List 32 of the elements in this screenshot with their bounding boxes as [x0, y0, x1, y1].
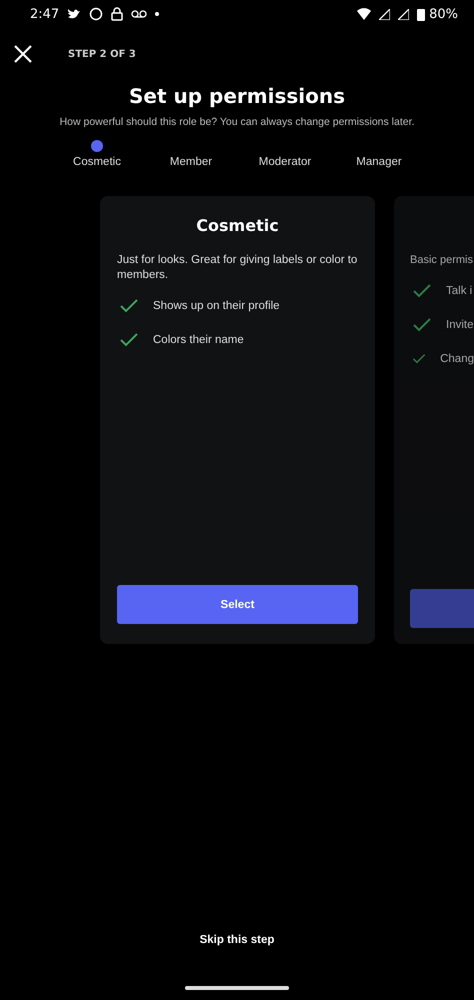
- bird-icon: [67, 8, 82, 20]
- step-indicator: STEP 2 OF 3: [68, 48, 136, 60]
- feature-text: Shows up on their profile: [153, 300, 280, 312]
- lock-icon: [111, 7, 124, 21]
- page-title: Set up permissions: [128, 84, 346, 108]
- wifi-icon: [357, 8, 372, 20]
- close-button[interactable]: [14, 45, 32, 63]
- check-icon: [412, 316, 432, 333]
- check-icon: [119, 331, 139, 348]
- battery-icon: [417, 8, 426, 20]
- card-description: Just for looks. Great for giving labels or color to members.: [117, 253, 358, 283]
- signal-icon: [379, 8, 390, 20]
- page-subtitle: How powerful should this role be? You can always change permissions later.: [58, 116, 416, 128]
- step-tab[interactable]: Cosmetic: [50, 140, 144, 168]
- check-icon: [119, 297, 139, 314]
- battery-level: 80%: [429, 6, 458, 22]
- feature-text: Colors their name: [153, 334, 244, 346]
- step-tab[interactable]: Member: [144, 140, 238, 168]
- feature-text: Chang: [440, 352, 474, 364]
- card-description: Basic permis: [410, 253, 474, 268]
- feature-text: Invite: [446, 318, 474, 330]
- step-tab[interactable]: Manager: [332, 140, 426, 168]
- clock: 2:47: [30, 6, 60, 22]
- card-title: Cosmetic: [195, 216, 280, 235]
- signal-icon: [398, 8, 410, 20]
- voicemail-icon: [131, 10, 148, 18]
- step-tab[interactable]: Moderator: [238, 140, 332, 168]
- select-button[interactable]: Select: [117, 585, 358, 624]
- skip-link[interactable]: Skip this step: [194, 933, 280, 947]
- feature-text: Talk i: [446, 284, 472, 296]
- check-icon: [412, 282, 432, 299]
- dot-icon: [155, 12, 160, 16]
